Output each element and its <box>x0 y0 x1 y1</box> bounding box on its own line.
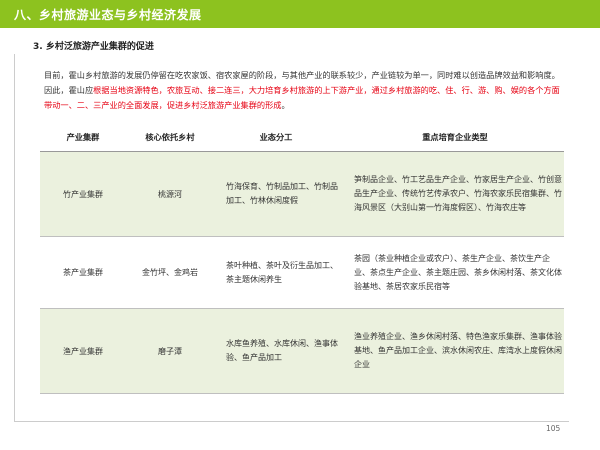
header-division: 业态分工 <box>259 132 293 142</box>
header-bar: 八、乡村旅游业态与乡村经济发展 <box>0 0 600 28</box>
cell-division: 竹海保育、竹制品加工、竹制品加工、竹林休闲度假 <box>226 182 338 205</box>
industry-cluster-table: 产业集群 核心依托乡村 业态分工 重点培育企业类型 竹产业集群 桃源河 竹海保育… <box>40 123 564 394</box>
page-title: 八、乡村旅游业态与乡村经济发展 <box>14 8 202 22</box>
table-row: 茶产业集群 金竹坪、金鸡岩 茶叶种植、茶叶及衍生品加工、茶主题休闲养生 茶园（茶… <box>40 237 564 309</box>
cell-cluster: 茶产业集群 <box>63 268 103 277</box>
intro-end: 。 <box>281 100 290 110</box>
cell-village: 金竹坪、金鸡岩 <box>142 268 198 277</box>
header-village: 核心依托乡村 <box>145 132 195 142</box>
section-title: 3. 乡村泛旅游产业集群的促进 <box>33 42 154 52</box>
cell-enterprises: 茶园（茶业种植企业或农户）、茶生产企业、茶饮生产企业、茶点生产企业、茶主题庄园、… <box>354 253 562 291</box>
table-row: 竹产业集群 桃源河 竹海保育、竹制品加工、竹制品加工、竹林休闲度假 笋制品企业、… <box>40 152 564 237</box>
page-number: 105 <box>546 424 561 433</box>
cell-village: 桃源河 <box>158 189 182 199</box>
header-cluster: 产业集群 <box>66 132 100 142</box>
cell-division: 茶叶种植、茶叶及衍生品加工、茶主题休闲养生 <box>226 260 338 284</box>
cell-cluster: 渔产业集群 <box>63 346 103 356</box>
intro-paragraph: 目前，霍山乡村旅游的发展仍停留在吃农家饭、宿农家屋的阶段，与其他产业的联系较少，… <box>44 68 562 113</box>
intro-highlight: 根据当地资源特色，农旅互动、接二连三，大力培育乡村旅游的上下游产业，通过乡村旅游… <box>44 85 560 110</box>
cell-enterprises: 笋制品企业、竹工艺品生产企业、竹家居生产企业、竹创意品生产企业、传统竹艺传承农户… <box>354 175 562 212</box>
cell-village: 磨子潭 <box>158 346 182 356</box>
cell-cluster: 竹产业集群 <box>63 189 103 199</box>
cell-enterprises: 渔业养殖企业、渔乡休闲村落、特色渔家乐集群、渔事体验基地、鱼产品加工企业、滨水休… <box>354 332 562 369</box>
cell-division: 水库鱼养殖、水库休闲、渔事体验、鱼产品加工 <box>226 339 338 362</box>
header-enterprises: 重点培育企业类型 <box>422 132 488 142</box>
table-row: 渔产业集群 磨子潭 水库鱼养殖、水库休闲、渔事体验、鱼产品加工 渔业养殖企业、渔… <box>40 309 564 394</box>
table-header: 产业集群 核心依托乡村 业态分工 重点培育企业类型 <box>40 123 564 152</box>
